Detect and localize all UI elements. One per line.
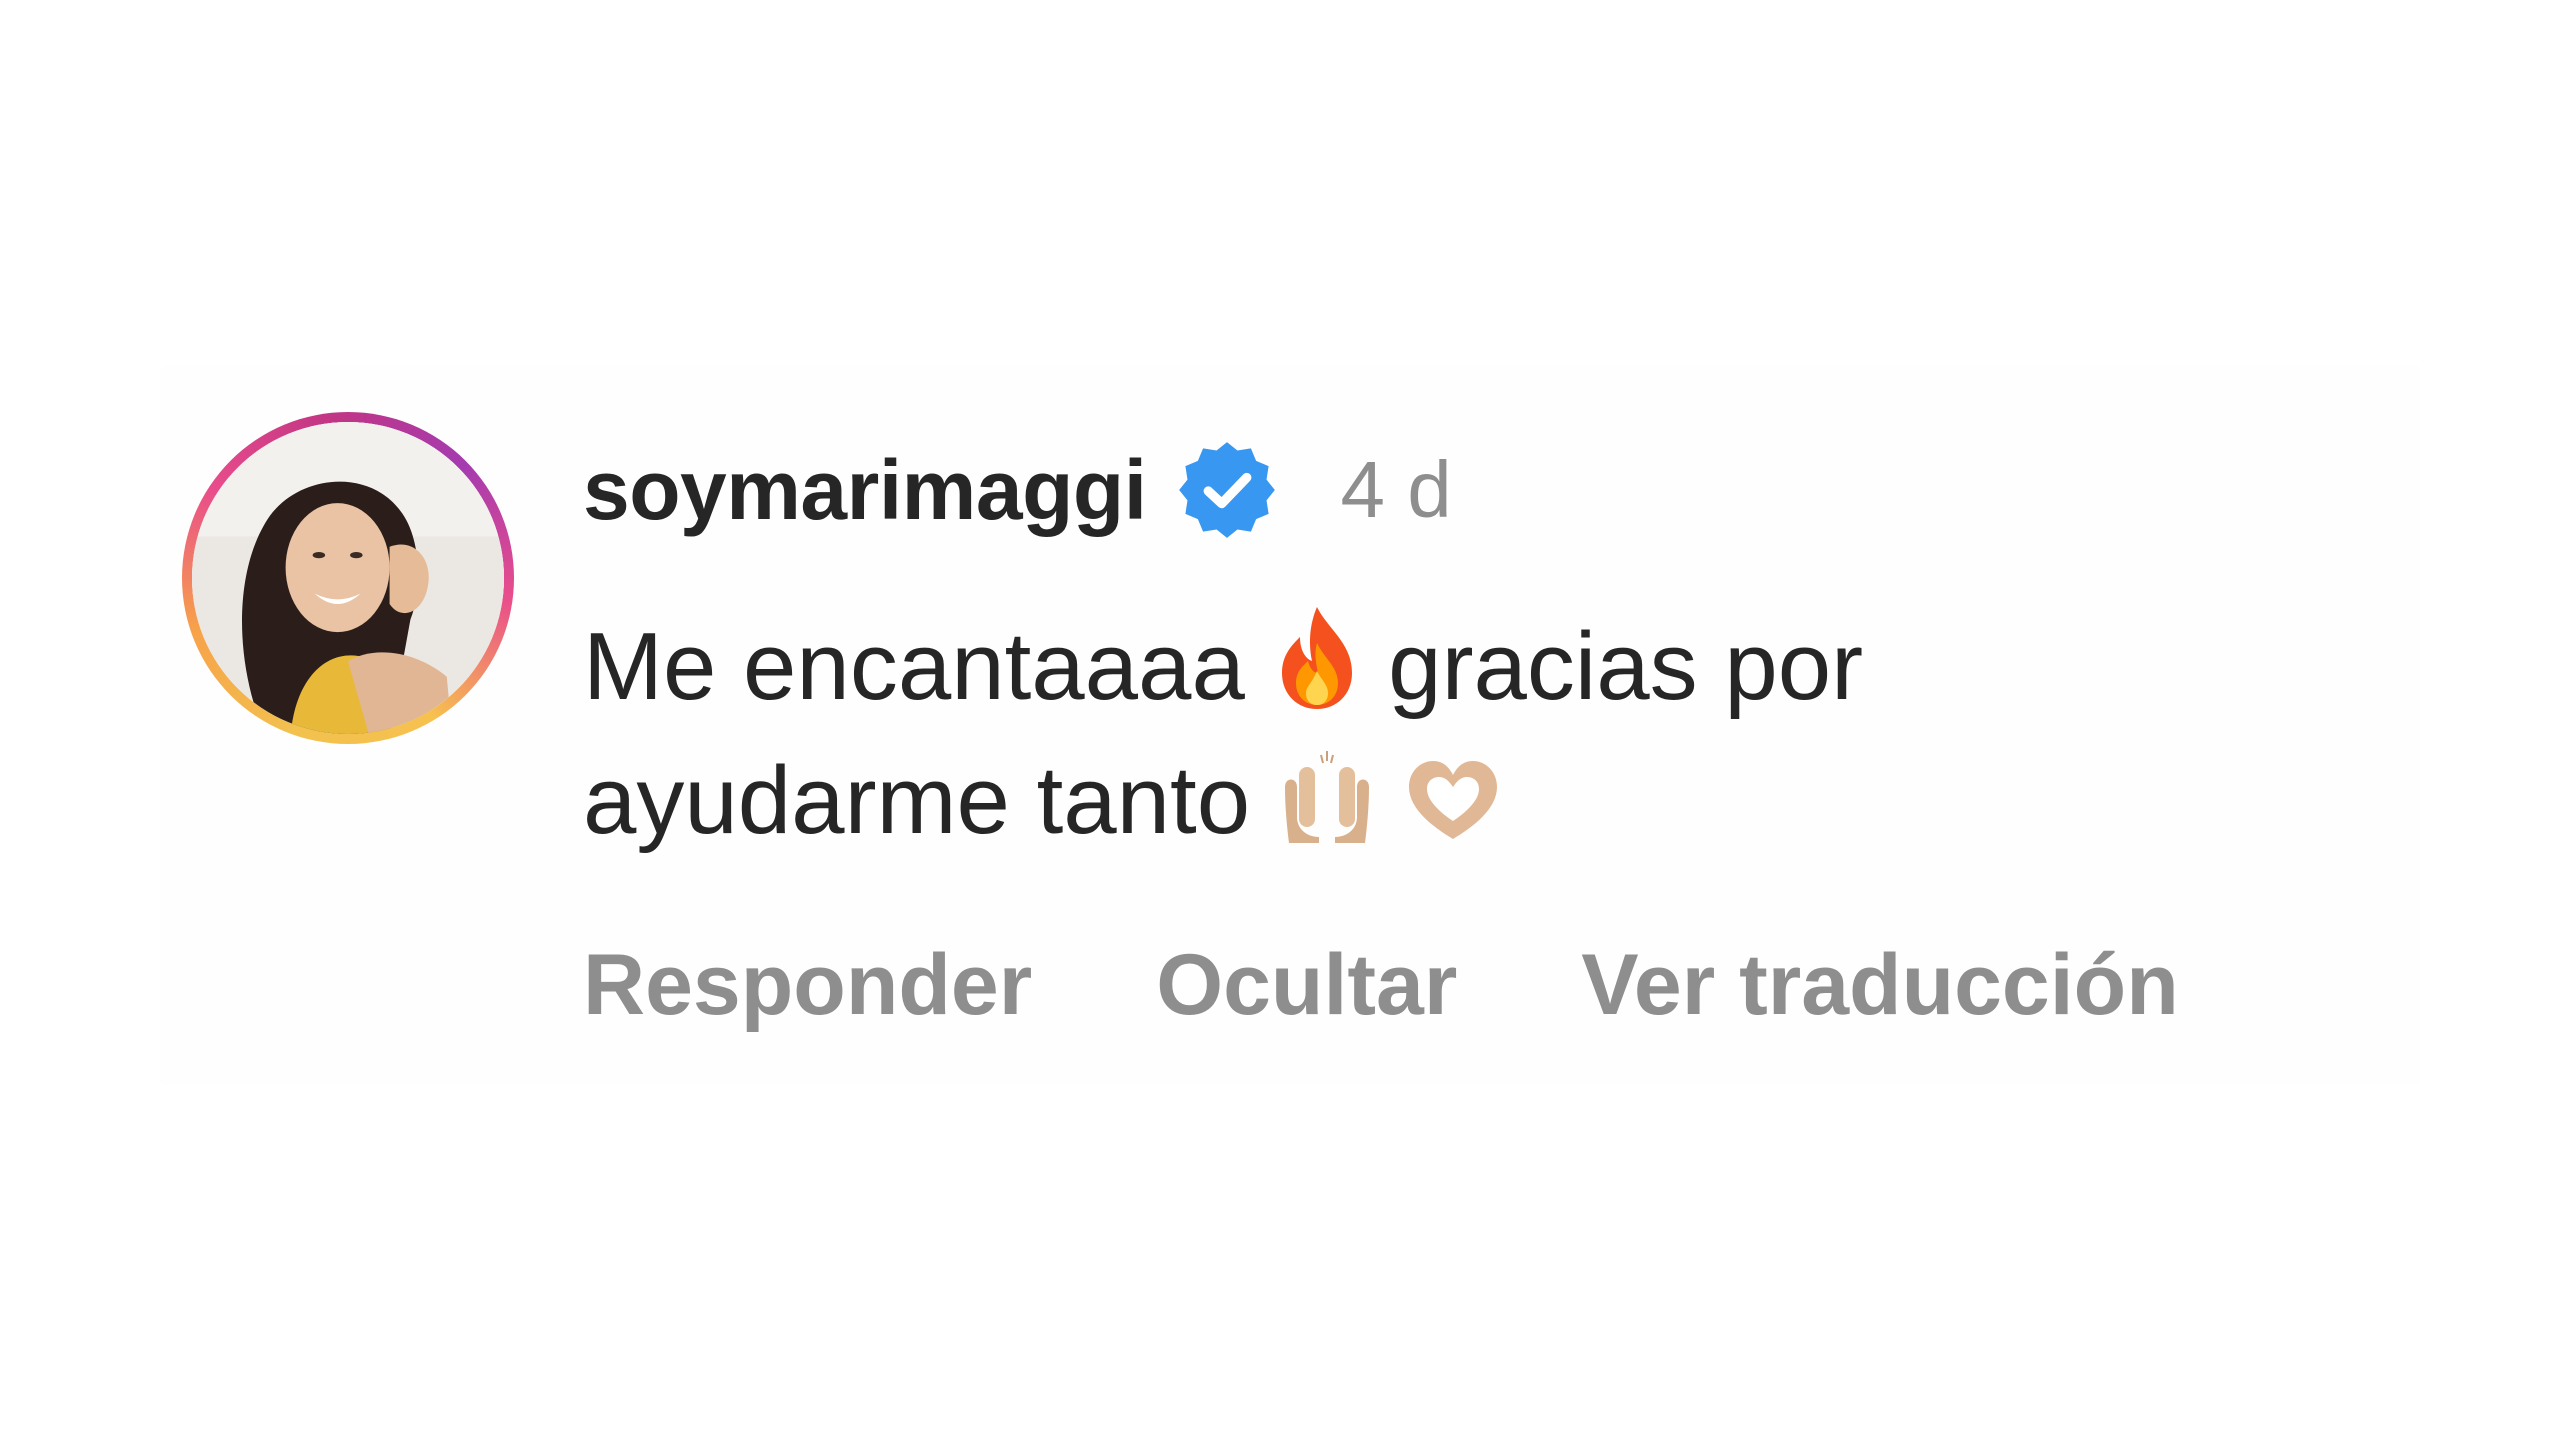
comment-line-1: Me encantaaaa gracias por (583, 600, 2383, 734)
fire-emoji (1272, 603, 1362, 713)
comment-timestamp: 4 d (1340, 445, 1452, 534)
see-translation-button[interactable]: Ver traducción (1581, 936, 2178, 1035)
comment-body: Me encantaaaa gracias por ayudarme tanto (583, 600, 2383, 868)
hide-button[interactable]: Ocultar (1156, 936, 1457, 1035)
username[interactable]: soymarimaggi (583, 442, 1147, 539)
heart-hands-emoji (1403, 747, 1503, 847)
avatar[interactable] (192, 422, 504, 734)
comment-text-part: ayudarme tanto (583, 747, 1251, 854)
verified-badge-icon (1175, 438, 1279, 542)
reply-button[interactable]: Responder (583, 936, 1032, 1035)
comment-text-part: Me encantaaaa (583, 613, 1245, 720)
story-ring[interactable] (182, 412, 514, 744)
comment-line-2: ayudarme tanto (583, 734, 2383, 868)
profile-photo (192, 422, 504, 734)
comment-header: soymarimaggi 4 d (583, 440, 1452, 540)
raised-hands-emoji (1277, 747, 1377, 847)
comment-text-part: gracias por (1388, 613, 1864, 720)
comment-actions: Responder Ocultar Ver traducción (583, 930, 2179, 1040)
